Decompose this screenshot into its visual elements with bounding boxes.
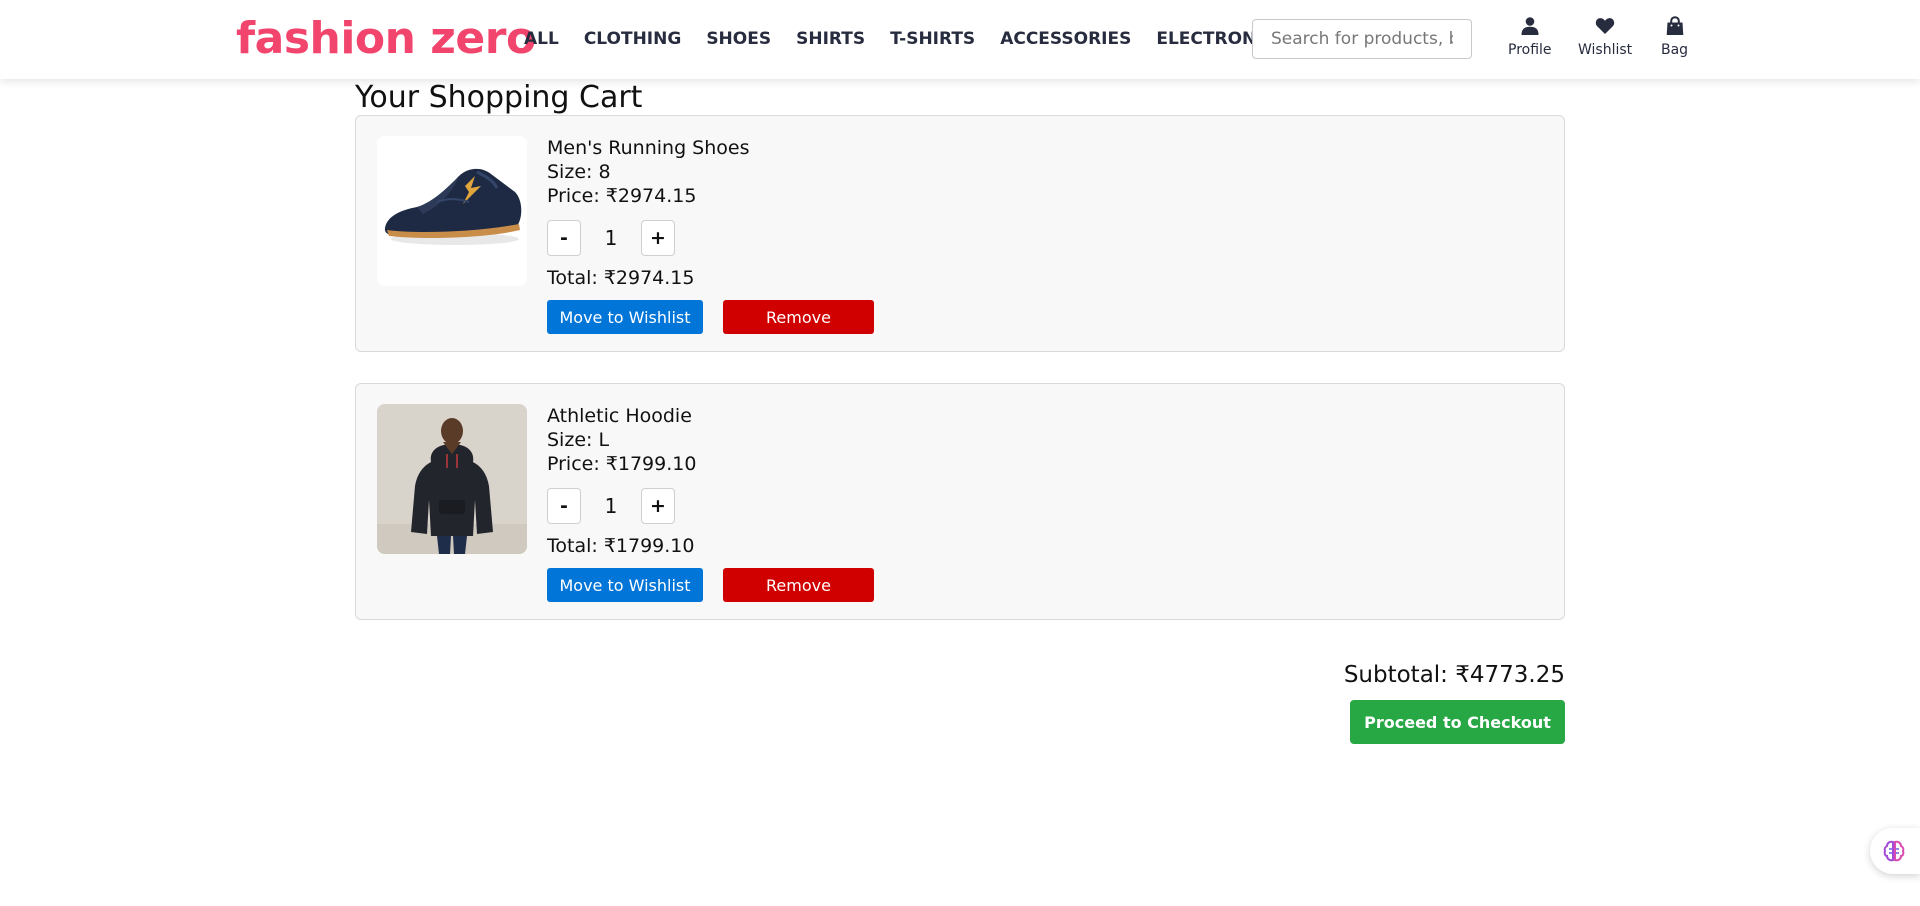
item-actions: Move to Wishlist Remove — [547, 568, 874, 602]
item-total: Total: ₹1799.10 — [547, 535, 695, 557]
item-actions: Move to Wishlist Remove — [547, 300, 874, 334]
page-title: Your Shopping Cart — [355, 80, 643, 115]
cart-item: Men's Running Shoes Size: 8 Price: ₹2974… — [355, 115, 1565, 352]
remove-button[interactable]: Remove — [723, 300, 874, 334]
site-header: fashion zero ALL CLOTHING SHOES SHIRTS T… — [0, 0, 1920, 79]
product-price: Price: ₹2974.15 — [547, 185, 697, 207]
hoodie-image — [377, 404, 527, 554]
product-image[interactable] — [377, 136, 527, 286]
product-size: Size: L — [547, 429, 610, 451]
nav-accessories[interactable]: ACCESSORIES — [1000, 27, 1131, 51]
search-input[interactable] — [1252, 19, 1472, 59]
shoe-image — [377, 136, 527, 286]
product-price: Price: ₹1799.10 — [547, 453, 697, 475]
heart-icon — [1595, 18, 1615, 34]
main-nav: ALL CLOTHING SHOES SHIRTS T-SHIRTS ACCES… — [524, 27, 1313, 51]
remove-button[interactable]: Remove — [723, 568, 874, 602]
nav-shirts[interactable]: SHIRTS — [796, 27, 865, 51]
move-to-wishlist-button[interactable]: Move to Wishlist — [547, 300, 703, 334]
quantity-stepper: - 1 + — [547, 488, 874, 524]
item-details: Athletic Hoodie Size: L Price: ₹1799.10 … — [547, 404, 874, 602]
bag-link[interactable]: Bag — [1661, 16, 1688, 58]
bag-icon — [1666, 16, 1683, 35]
nav-shoes[interactable]: SHOES — [706, 27, 771, 51]
cart-item: Athletic Hoodie Size: L Price: ₹1799.10 … — [355, 383, 1565, 620]
increase-quantity-button[interactable]: + — [641, 488, 675, 524]
product-image[interactable] — [377, 404, 527, 554]
nav-t-shirts[interactable]: T-SHIRTS — [890, 27, 975, 51]
product-name[interactable]: Men's Running Shoes — [547, 136, 874, 160]
nav-clothing[interactable]: CLOTHING — [584, 27, 681, 51]
assistant-widget[interactable] — [1870, 828, 1920, 874]
quantity-value: 1 — [604, 226, 618, 250]
proceed-to-checkout-button[interactable]: Proceed to Checkout — [1350, 700, 1565, 744]
product-name[interactable]: Athletic Hoodie — [547, 404, 874, 428]
profile-link[interactable]: Profile — [1508, 16, 1552, 58]
profile-icon — [1521, 17, 1539, 35]
profile-label: Profile — [1508, 42, 1552, 58]
quantity-stepper: - 1 + — [547, 220, 874, 256]
item-total: Total: ₹2974.15 — [547, 267, 695, 289]
quantity-value: 1 — [604, 494, 618, 518]
move-to-wishlist-button[interactable]: Move to Wishlist — [547, 568, 703, 602]
item-details: Men's Running Shoes Size: 8 Price: ₹2974… — [547, 136, 874, 334]
brain-icon — [1883, 840, 1905, 862]
increase-quantity-button[interactable]: + — [641, 220, 675, 256]
product-size: Size: 8 — [547, 161, 611, 183]
brand-logo[interactable]: fashion zero — [236, 10, 536, 68]
decrease-quantity-button[interactable]: - — [547, 220, 581, 256]
nav-all[interactable]: ALL — [524, 27, 559, 51]
wishlist-link[interactable]: Wishlist — [1578, 16, 1632, 58]
decrease-quantity-button[interactable]: - — [547, 488, 581, 524]
wishlist-label: Wishlist — [1578, 42, 1633, 58]
bag-label: Bag — [1661, 42, 1689, 58]
cart-subtotal: Subtotal: ₹4773.25 — [1343, 662, 1565, 688]
